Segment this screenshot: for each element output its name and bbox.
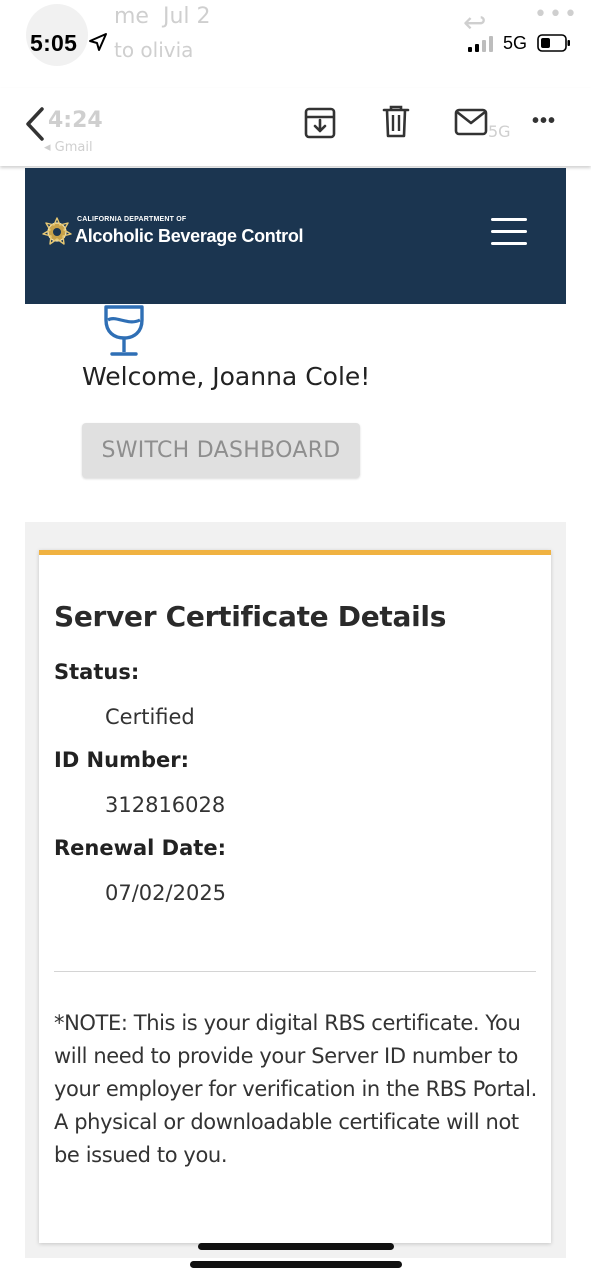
battery-icon: [537, 34, 570, 52]
hamburger-line: [491, 218, 527, 221]
chevron-left-icon: [26, 107, 44, 141]
hamburger-line: [491, 242, 527, 245]
switch-dashboard-button[interactable]: SWITCH DASHBOARD: [82, 423, 360, 478]
archive-button[interactable]: [304, 106, 336, 140]
divider: [54, 971, 536, 972]
hamburger-line: [491, 230, 527, 233]
seal-logo-icon: [42, 217, 72, 245]
network-label: 5G: [503, 33, 528, 53]
certificate-note: *NOTE: This is your digital RBS certific…: [54, 1011, 537, 1167]
id-number-label: ID Number:: [54, 748, 189, 772]
ghost-time: 4:24: [48, 108, 103, 133]
status-time: 5:05: [30, 30, 78, 56]
renewal-date-value: 07/02/2025: [105, 881, 227, 905]
archive-icon: [304, 107, 336, 139]
certificate-title: Server Certificate Details: [54, 600, 447, 633]
ghost-network: 5G: [488, 122, 511, 141]
back-button[interactable]: [22, 106, 48, 142]
home-indicator: [198, 1243, 394, 1250]
ghost-back-app: ◂ Gmail: [44, 140, 93, 155]
status-label: Status:: [54, 660, 140, 684]
more-button[interactable]: •••: [532, 110, 556, 133]
home-indicator-bar: [190, 1261, 402, 1268]
welcome-message: Welcome, Joanna Cole!: [82, 362, 371, 391]
trash-icon: [382, 105, 410, 138]
wine-glass-icon: [104, 305, 144, 356]
id-number-value: 312816028: [105, 793, 226, 817]
mail-toolbar: 4:24 ◂ Gmail 5G •••: [0, 88, 591, 166]
site-header: CALIFORNIA DEPARTMENT OF Alcoholic Bever…: [25, 168, 566, 304]
renewal-date-label: Renewal Date:: [54, 836, 226, 860]
menu-button[interactable]: [491, 218, 527, 248]
location-arrow-icon: [89, 33, 107, 51]
agency-title[interactable]: Alcoholic Beverage Control: [75, 226, 304, 247]
status-bar: 5:05 5G: [0, 0, 591, 88]
status-value: Certified: [105, 705, 195, 729]
mail-icon: [454, 108, 488, 136]
more-icon: •••: [532, 110, 557, 132]
signal-icon: [468, 36, 493, 52]
move-mail-button[interactable]: [454, 108, 488, 136]
agency-subtitle: CALIFORNIA DEPARTMENT OF: [77, 216, 187, 223]
certificate-card: Server Certificate Details Status: Certi…: [39, 550, 551, 1243]
delete-button[interactable]: [382, 104, 410, 140]
